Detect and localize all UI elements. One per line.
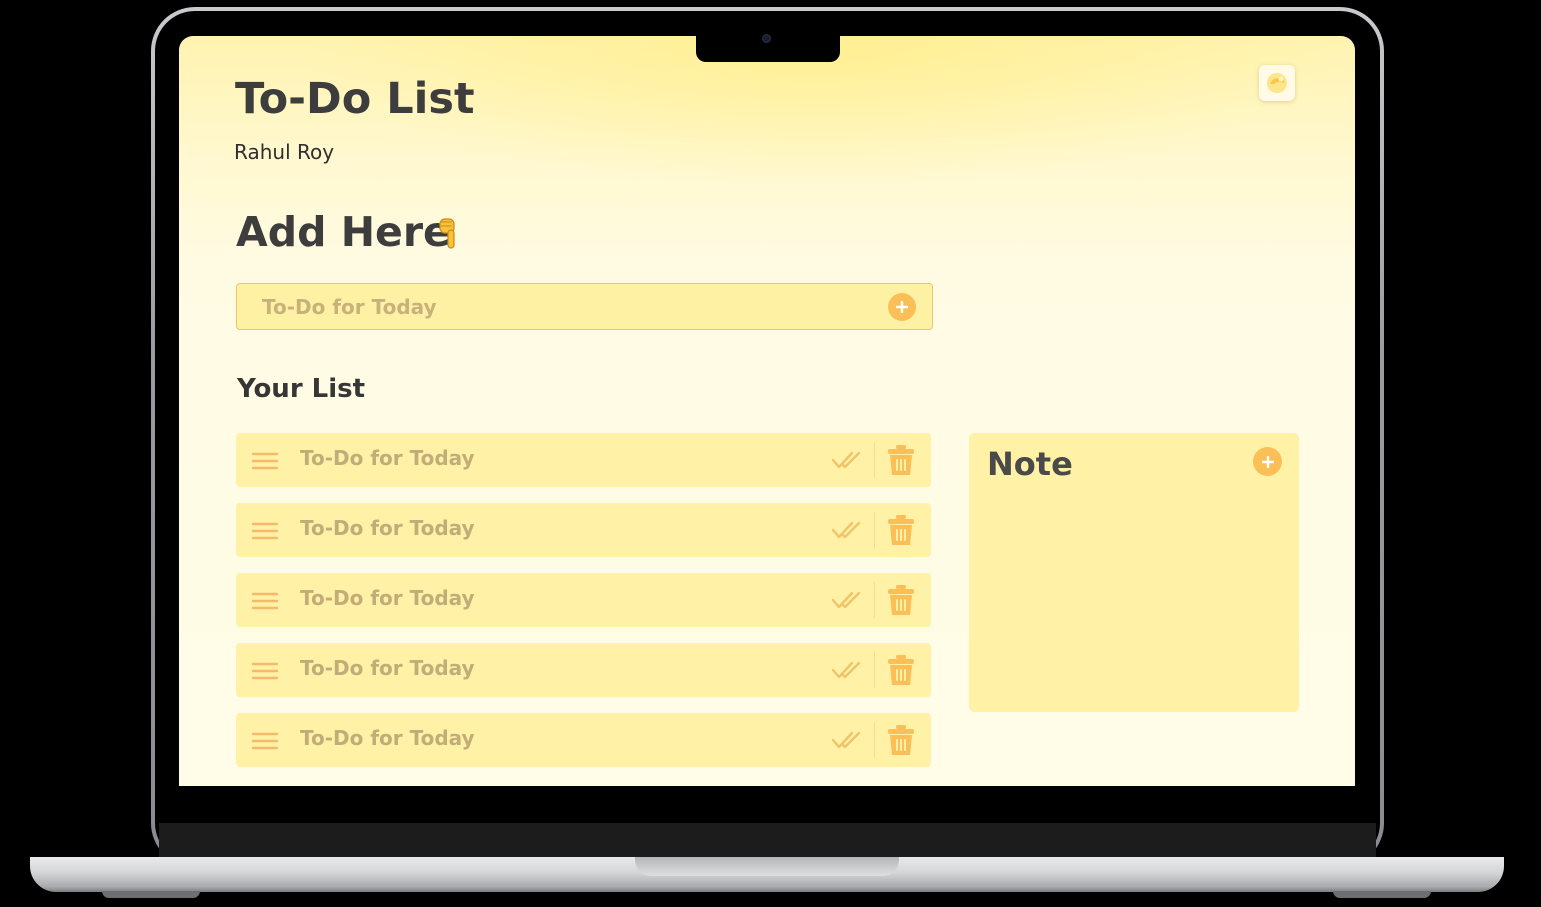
trash-icon[interactable] (886, 724, 916, 756)
todo-item-text: To-Do for Today (300, 726, 475, 750)
trash-icon[interactable] (886, 444, 916, 476)
hamburger-icon[interactable] (251, 590, 279, 612)
double-check-icon[interactable] (831, 658, 863, 682)
add-section-heading: Add Here (236, 208, 451, 256)
double-check-icon[interactable] (831, 588, 863, 612)
list-section-heading: Your List (237, 374, 366, 404)
laptop-chin (159, 823, 1376, 857)
add-todo-input[interactable] (237, 284, 857, 329)
page-title: To-Do List (235, 74, 475, 124)
pointing-down-hand-icon (439, 218, 455, 249)
add-note-button[interactable] (1253, 447, 1282, 476)
todo-item: To-Do for Today (236, 433, 931, 487)
laptop-opening-notch (635, 857, 899, 876)
todo-item: To-Do for Today (236, 573, 931, 627)
todo-item: To-Do for Today (236, 643, 931, 697)
laptop-foot-right (1333, 891, 1431, 898)
todo-item: To-Do for Today (236, 503, 931, 557)
theme-toggle-icon (1267, 73, 1287, 93)
plus-icon (1261, 455, 1274, 468)
row-divider (874, 512, 875, 548)
todo-item-text: To-Do for Today (300, 446, 475, 470)
trash-icon[interactable] (886, 514, 916, 546)
hamburger-icon[interactable] (251, 730, 279, 752)
trash-icon[interactable] (886, 654, 916, 686)
author-name: Rahul Roy (234, 140, 335, 164)
hamburger-icon[interactable] (251, 520, 279, 542)
row-divider (874, 722, 875, 758)
hamburger-icon[interactable] (251, 660, 279, 682)
double-check-icon[interactable] (831, 518, 863, 542)
todo-item: To-Do for Today (236, 713, 931, 767)
add-todo-button[interactable] (888, 293, 916, 321)
app-screen: To-Do List Rahul Roy Add Here Your List … (179, 36, 1355, 786)
todo-item-text: To-Do for Today (300, 516, 475, 540)
double-check-icon[interactable] (831, 728, 863, 752)
row-divider (874, 442, 875, 478)
row-divider (874, 582, 875, 618)
note-card: Note (969, 433, 1299, 712)
todo-item-text: To-Do for Today (300, 586, 475, 610)
laptop-foot-left (102, 891, 200, 898)
trash-icon[interactable] (886, 584, 916, 616)
add-todo-box (236, 283, 933, 330)
camera-icon (762, 34, 771, 43)
plus-icon (896, 301, 908, 313)
hamburger-icon[interactable] (251, 450, 279, 472)
note-title: Note (987, 445, 1073, 483)
double-check-icon[interactable] (831, 448, 863, 472)
theme-toggle-button[interactable] (1259, 65, 1295, 101)
todo-item-text: To-Do for Today (300, 656, 475, 680)
row-divider (874, 652, 875, 688)
